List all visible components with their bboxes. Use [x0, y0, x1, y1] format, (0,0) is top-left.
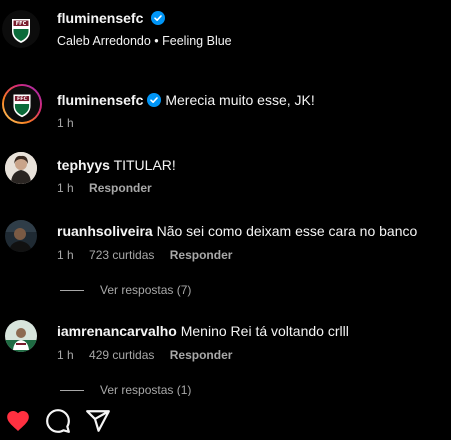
view-replies-label[interactable]: Ver respostas (7)	[100, 283, 191, 297]
reply-button[interactable]: Responder	[89, 181, 152, 195]
user-photo-icon	[5, 220, 37, 252]
comment-item: ruanhsoliveira Não sei como deixam esse …	[0, 218, 451, 298]
comment-item: iamrenancarvalho Menino Rei tá voltando …	[0, 318, 451, 398]
comment-time: 1 h	[57, 348, 74, 362]
comment-text: Não sei como deixam esse cara no banco	[156, 223, 418, 239]
comment-body: ruanhsoliveira Não sei como deixam esse …	[57, 223, 417, 239]
comment-username[interactable]: fluminensefc	[57, 92, 143, 108]
comment-item: FFC fluminensefc Merecia muito esse, JK!…	[0, 84, 451, 132]
user-photo-icon	[5, 152, 37, 184]
replies-divider	[60, 290, 84, 292]
post-action-bar	[0, 396, 451, 440]
comment-body: iamrenancarvalho Menino Rei tá voltando …	[57, 323, 349, 339]
reply-button[interactable]: Responder	[170, 348, 233, 362]
replies-divider	[60, 390, 84, 392]
svg-text:FFC: FFC	[16, 21, 27, 27]
post-author-avatar[interactable]: FFC	[2, 10, 40, 48]
reply-button[interactable]: Responder	[170, 248, 233, 262]
comment-like-count[interactable]: 429 curtidas	[89, 348, 154, 362]
comment-like-count[interactable]: 723 curtidas	[89, 248, 154, 262]
comment-time: 1 h	[57, 181, 74, 195]
heart-filled-icon[interactable]	[5, 408, 31, 434]
comment-item: tephyys TITULAR! 1 h Responder	[0, 152, 451, 200]
post-header: FFC fluminensefc Caleb Arredondo • Feeli…	[0, 0, 451, 58]
comment-time: 1 h	[57, 116, 74, 130]
comment-meta: 1 h	[57, 116, 86, 130]
instagram-post-comments: FFC fluminensefc Caleb Arredondo • Feeli…	[0, 0, 451, 440]
view-replies-button[interactable]: Ver respostas (7)	[60, 283, 191, 297]
fluminense-logo-icon: FFC	[2, 10, 40, 48]
verified-badge-icon	[147, 93, 162, 107]
view-replies-label[interactable]: Ver respostas (1)	[100, 383, 191, 397]
fluminense-logo-icon: FFC	[4, 86, 40, 122]
comment-text: Menino Rei tá voltando crlll	[180, 323, 349, 339]
comment-avatar[interactable]: FFC	[2, 84, 42, 124]
comment-avatar[interactable]	[5, 220, 37, 252]
comment-time: 1 h	[57, 248, 74, 262]
comment-username[interactable]: tephyys	[57, 157, 110, 173]
comment-avatar[interactable]	[5, 320, 37, 352]
comment-icon[interactable]	[45, 408, 71, 434]
view-replies-button[interactable]: Ver respostas (1)	[60, 383, 191, 397]
comment-body: fluminensefc Merecia muito esse, JK!	[57, 92, 315, 108]
post-author-username-text[interactable]: fluminensefc	[57, 10, 143, 26]
comment-username[interactable]: iamrenancarvalho	[57, 323, 177, 339]
comment-meta: 1 h 429 curtidas Responder	[57, 348, 244, 362]
verified-badge-icon	[151, 11, 166, 25]
comment-username[interactable]: ruanhsoliveira	[57, 223, 153, 239]
comment-body: tephyys TITULAR!	[57, 157, 176, 173]
comment-text: TITULAR!	[113, 157, 176, 173]
comment-meta: 1 h 723 curtidas Responder	[57, 248, 244, 262]
comment-meta: 1 h Responder	[57, 181, 164, 195]
comment-text: Merecia muito esse, JK!	[165, 92, 315, 108]
post-author-username[interactable]: fluminensefc	[57, 10, 166, 26]
post-audio-info[interactable]: Caleb Arredondo • Feeling Blue	[57, 34, 232, 48]
comment-avatar[interactable]	[5, 152, 37, 184]
user-photo-icon	[5, 320, 37, 352]
svg-text:FFC: FFC	[17, 96, 27, 102]
share-icon[interactable]	[85, 408, 111, 434]
